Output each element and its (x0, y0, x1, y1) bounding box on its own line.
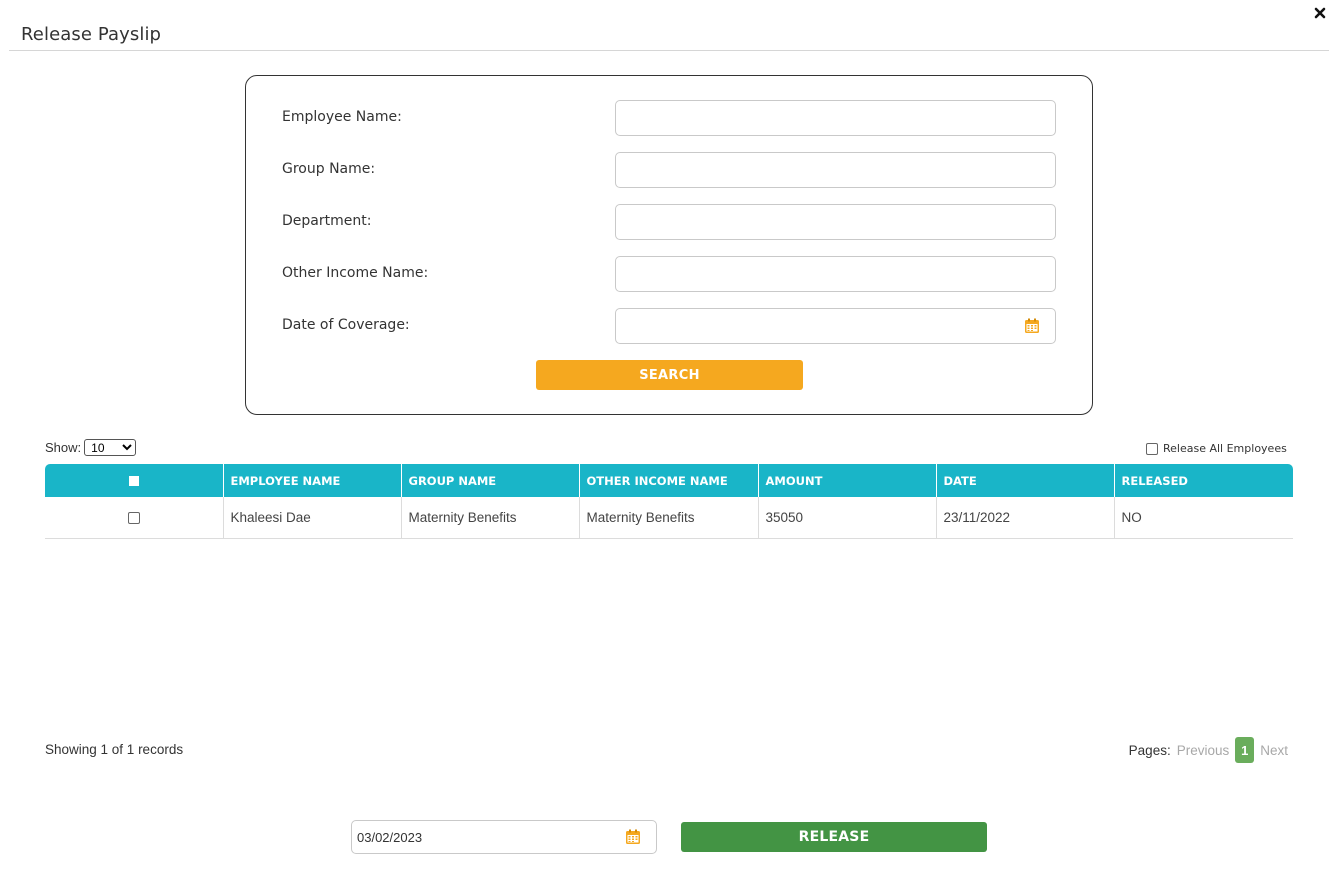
department-label: Department: (282, 213, 372, 229)
department-row: Department: (246, 204, 1092, 240)
row-select-cell[interactable] (45, 497, 223, 539)
employee-name-input[interactable] (615, 100, 1056, 136)
cell-other-income-name: Maternity Benefits (578, 497, 758, 539)
page-title: Release Payslip (21, 24, 162, 45)
row-checkbox[interactable] (127, 512, 140, 525)
date-of-coverage-row: Date of Coverage: (246, 308, 1092, 344)
release-button[interactable]: RELEASE (681, 822, 987, 852)
page-number-button[interactable]: 1 (1235, 737, 1255, 763)
cell-employee-name: Khaleesi Dae (222, 497, 401, 539)
other-income-name-row: Other Income Name: (246, 256, 1092, 292)
select-all-checkbox[interactable] (128, 476, 139, 486)
release-all-toggle[interactable]: Release All Employees (1146, 442, 1287, 455)
title-divider (9, 50, 1329, 51)
table-row: Khaleesi Dae Maternity Benefits Maternit… (45, 497, 1293, 539)
header-released[interactable]: RELEASED (1113, 464, 1293, 497)
cell-date: 23/11/2022 (935, 497, 1114, 539)
header-group-name[interactable]: GROUP NAME (400, 464, 579, 497)
release-date-input[interactable] (352, 821, 612, 853)
department-input[interactable] (615, 204, 1056, 240)
select-all-header[interactable] (45, 464, 223, 497)
previous-page-link[interactable]: Previous (1177, 743, 1230, 758)
employee-name-label: Employee Name: (282, 109, 402, 125)
calendar-icon[interactable] (625, 829, 641, 845)
pagination: Pages: Previous 1 Next (1129, 737, 1288, 763)
header-amount[interactable]: AMOUNT (757, 464, 936, 497)
calendar-icon[interactable] (1024, 318, 1040, 334)
date-of-coverage-label: Date of Coverage: (282, 317, 410, 333)
search-panel: Employee Name: Group Name: Department: O… (245, 75, 1093, 415)
release-all-label: Release All Employees (1163, 442, 1287, 455)
header-other-income-name[interactable]: OTHER INCOME NAME (578, 464, 758, 497)
other-income-name-input[interactable] (615, 256, 1056, 292)
search-button[interactable]: SEARCH (536, 360, 803, 390)
cell-group-name: Maternity Benefits (400, 497, 579, 539)
date-of-coverage-input[interactable] (615, 308, 1056, 344)
group-name-input[interactable] (615, 152, 1056, 188)
header-date[interactable]: DATE (935, 464, 1114, 497)
pages-label: Pages: (1128, 742, 1171, 758)
close-icon[interactable] (1313, 6, 1327, 20)
show-label: Show: (45, 440, 82, 455)
group-name-row: Group Name: (246, 152, 1092, 188)
payslip-table: EMPLOYEE NAME GROUP NAME OTHER INCOME NA… (45, 464, 1293, 539)
show-entries: Show: 10 (45, 439, 137, 456)
cell-amount: 35050 (757, 497, 936, 539)
other-income-name-label: Other Income Name: (282, 265, 429, 281)
next-page-link[interactable]: Next (1260, 743, 1288, 758)
employee-name-row: Employee Name: (246, 100, 1092, 136)
cell-released: NO (1113, 497, 1293, 539)
release-all-checkbox[interactable] (1146, 442, 1158, 455)
show-entries-select[interactable]: 10 (84, 439, 137, 456)
release-date-field[interactable] (351, 820, 657, 854)
group-name-label: Group Name: (282, 161, 376, 177)
records-summary: Showing 1 of 1 records (45, 742, 184, 757)
table-header-row: EMPLOYEE NAME GROUP NAME OTHER INCOME NA… (45, 464, 1293, 497)
header-employee-name[interactable]: EMPLOYEE NAME (222, 464, 401, 497)
